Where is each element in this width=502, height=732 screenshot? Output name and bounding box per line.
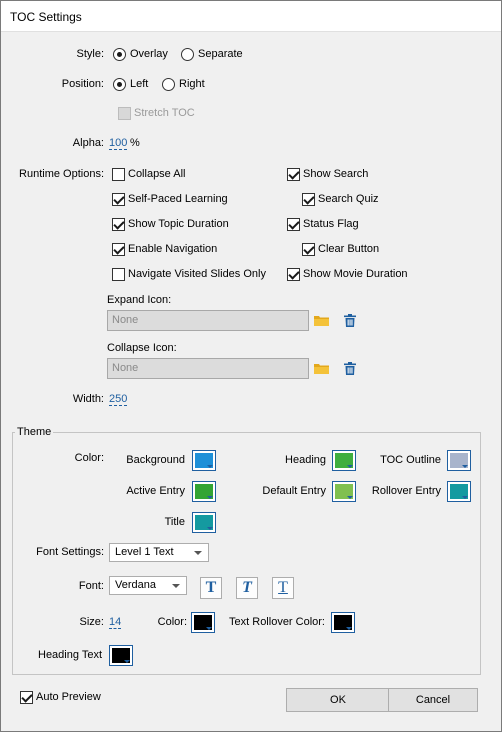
folder-icon[interactable] [314,363,329,374]
runtime-options-label: Runtime Options: [19,168,104,180]
clear-button-checkbox[interactable] [302,243,315,256]
size-value[interactable]: 14 [109,616,122,629]
enable-navigation-checkbox[interactable] [112,243,125,256]
self-paced-learning-checkbox[interactable] [112,193,125,206]
active-entry-color-label: Active Entry [126,485,185,497]
font-settings-label: Font Settings: [36,546,104,558]
collapse-icon-label: Collapse Icon: [107,342,177,354]
theme-color-label: Color: [74,452,104,464]
style-label: Style: [76,48,104,60]
collapse-icon-field[interactable]: None [107,358,309,379]
font-select[interactable]: Verdana [109,576,187,595]
navigate-visited-slides-only-checkbox[interactable] [112,268,125,281]
status-flag-label[interactable]: Status Flag [303,218,359,230]
collapse-all-checkbox[interactable] [112,168,125,181]
expand-icon-label: Expand Icon: [107,294,172,306]
show-topic-duration-label[interactable]: Show Topic Duration [128,218,229,230]
heading-color-swatch[interactable] [332,450,356,471]
width-label: Width: [72,393,104,405]
default-entry-color-label: Default Entry [262,485,326,497]
size-label: Size: [79,616,104,628]
title-color-label: Title [164,516,185,528]
self-paced-learning-label[interactable]: Self-Paced Learning [128,193,228,205]
heading-text-color-swatch[interactable] [109,645,133,666]
font-settings-value: Level 1 Text [115,546,174,558]
background-color-label: Background [126,454,185,466]
position-right-radio[interactable] [162,78,175,91]
ok-button[interactable]: OK [286,688,390,712]
text-color-swatch[interactable] [191,612,215,633]
expand-icon-field[interactable]: None [107,310,309,331]
status-flag-checkbox[interactable] [287,218,300,231]
text-color-label: Color: [157,616,187,628]
stretch-toc-label: Stretch TOC [134,107,195,119]
theme-legend: Theme [15,426,54,438]
style-separate-label[interactable]: Separate [198,48,243,60]
style-overlay-radio[interactable] [113,48,126,61]
background-color-swatch[interactable] [192,450,216,471]
italic-button[interactable]: T [236,577,258,599]
auto-preview-label[interactable]: Auto Preview [36,691,101,703]
alpha-unit: % [130,137,140,149]
chevron-down-icon [194,551,202,555]
alpha-label: Alpha: [72,137,104,149]
collapse-all-label[interactable]: Collapse All [128,168,185,180]
position-left-radio[interactable] [113,78,126,91]
font-settings-select[interactable]: Level 1 Text [109,543,209,562]
enable-navigation-label[interactable]: Enable Navigation [128,243,217,255]
font-label: Font: [78,580,104,592]
italic-icon: T [242,579,252,596]
cancel-button[interactable]: Cancel [388,688,478,712]
underline-button[interactable]: T [272,577,294,599]
show-movie-duration-label[interactable]: Show Movie Duration [303,268,408,280]
active-entry-color-swatch[interactable] [192,481,216,502]
text-rollover-color-swatch[interactable] [331,612,355,633]
chevron-down-icon [172,584,180,588]
navigate-visited-slides-only-label[interactable]: Navigate Visited Slides Only [128,268,266,280]
search-quiz-checkbox[interactable] [302,193,315,206]
clear-button-label[interactable]: Clear Button [318,243,379,255]
bold-button[interactable]: T [200,577,222,599]
search-quiz-label[interactable]: Search Quiz [318,193,379,205]
show-topic-duration-checkbox[interactable] [112,218,125,231]
heading-text-label: Heading Text [38,649,103,661]
underline-icon: T [278,579,288,596]
font-value: Verdana [115,579,156,591]
folder-icon[interactable] [314,315,329,326]
title-bar: TOC Settings [1,1,501,32]
default-entry-color-swatch[interactable] [332,481,356,502]
width-value[interactable]: 250 [109,393,128,406]
text-rollover-color-label: Text Rollover Color: [229,616,325,628]
position-label: Position: [61,78,104,90]
title-color-swatch[interactable] [192,512,216,533]
style-overlay-label[interactable]: Overlay [130,48,168,60]
toc-outline-color-label: TOC Outline [380,454,441,466]
rollover-entry-color-swatch[interactable] [447,481,471,502]
show-movie-duration-checkbox[interactable] [287,268,300,281]
show-search-label[interactable]: Show Search [303,168,368,180]
stretch-toc-checkbox[interactable] [118,107,131,120]
trash-icon[interactable] [344,314,356,327]
heading-color-label: Heading [285,454,326,466]
rollover-entry-color-label: Rollover Entry [371,485,441,497]
window-title: TOC Settings [10,10,82,24]
style-separate-radio[interactable] [181,48,194,61]
auto-preview-checkbox[interactable] [20,691,33,704]
trash-icon[interactable] [344,362,356,375]
position-right-label[interactable]: Right [179,78,205,90]
toc-outline-color-swatch[interactable] [447,450,471,471]
show-search-checkbox[interactable] [287,168,300,181]
alpha-value[interactable]: 100 [109,137,128,150]
toc-settings-dialog: TOC Settings Style: Overlay Separate Pos… [0,0,502,732]
bold-icon: T [205,579,217,596]
position-left-label[interactable]: Left [130,78,148,90]
